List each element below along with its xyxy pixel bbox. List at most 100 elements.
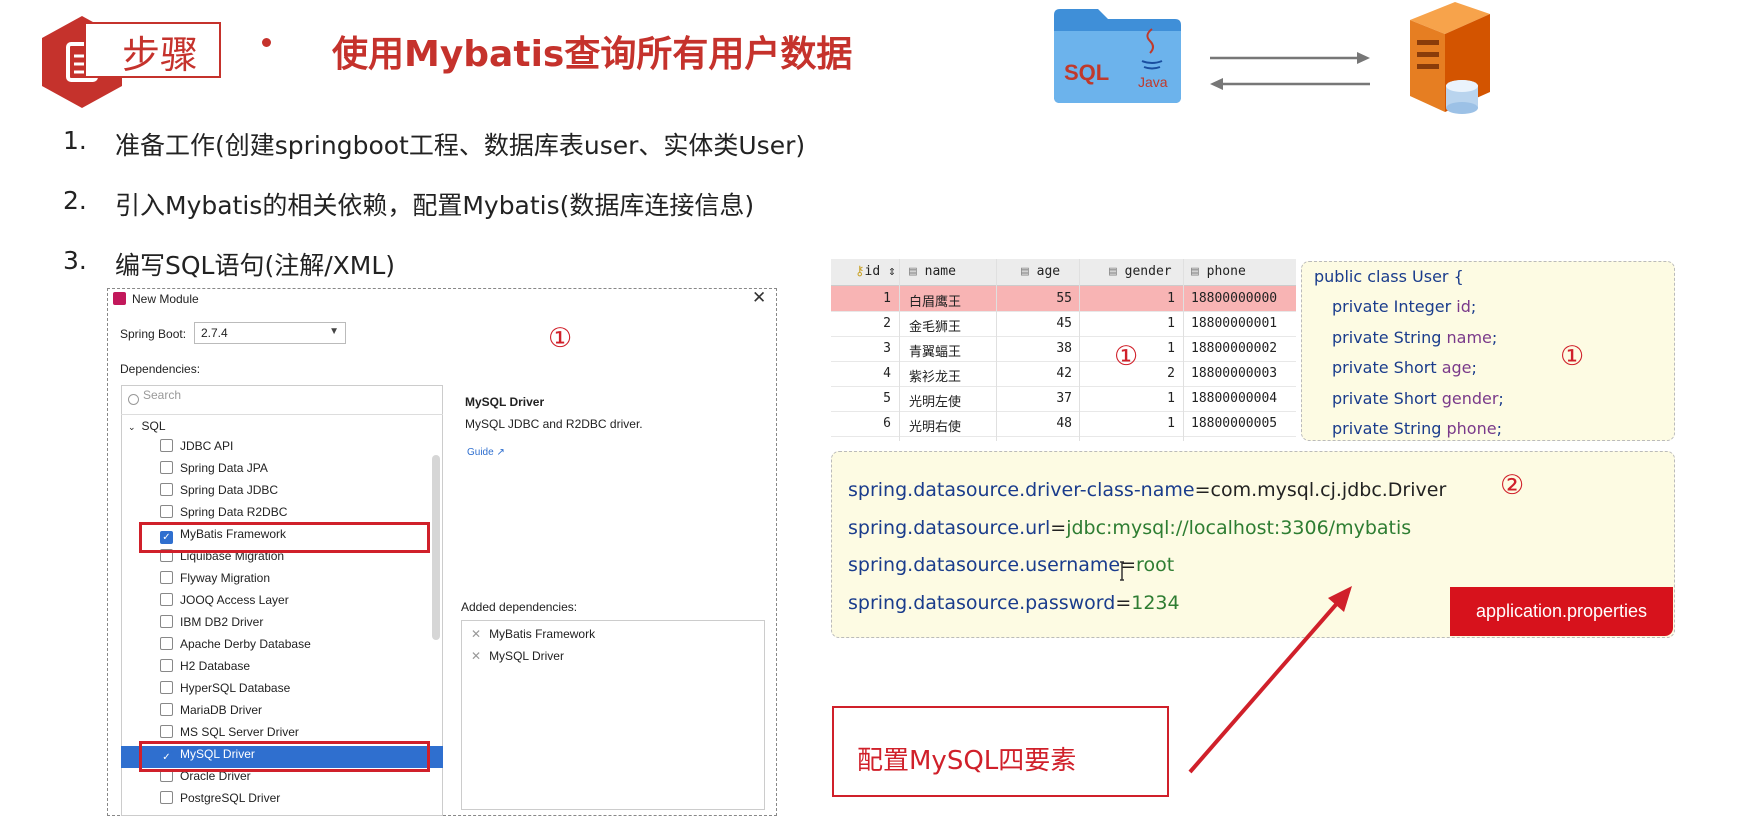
step-2: 2. 引入Mybatis的相关依赖，配置Mybatis(数据库连接信息): [63, 186, 863, 220]
column-header-id[interactable]: ⚷id ⇕: [855, 264, 896, 279]
page-title: 使用Mybatis查询所有用户数据: [332, 34, 853, 75]
column-icon: ▤: [1191, 264, 1199, 279]
sql-java-folder-icon: SQL Java: [1054, 9, 1181, 103]
field-suffix: ;: [1470, 297, 1477, 316]
checkbox-icon[interactable]: [160, 681, 173, 694]
field-prefix: private Short: [1332, 388, 1442, 408]
close-icon[interactable]: ✕: [752, 288, 766, 308]
column-header-gender[interactable]: ▤ gender: [1109, 264, 1172, 279]
checkbox-icon[interactable]: [160, 725, 173, 738]
guide-link[interactable]: Guide ↗: [467, 447, 505, 458]
step-1-number: 1.: [63, 126, 87, 155]
added-dependencies-label: Added dependencies:: [461, 600, 578, 614]
entity-class-box: [1301, 261, 1675, 441]
chevron-down-icon: ⌄: [128, 422, 136, 432]
column-header-age[interactable]: ▤ age: [1021, 264, 1060, 279]
dependency-label: Apache Derby Database: [180, 637, 311, 651]
dependency-label: HyperSQL Database: [180, 681, 291, 695]
table-cell-age: 48: [1056, 416, 1072, 431]
tree-scrollbar[interactable]: [432, 455, 440, 640]
checkbox-icon[interactable]: [160, 659, 173, 672]
checkbox-icon[interactable]: [160, 505, 173, 518]
checkbox-icon[interactable]: [160, 439, 173, 452]
table-row[interactable]: 2 金毛狮王 45 1 18800000001: [831, 311, 1296, 337]
entity-field: private Short gender;: [1332, 389, 1504, 408]
field-suffix: ;: [1496, 419, 1502, 438]
dependencies-label: Dependencies:: [120, 362, 201, 376]
dependency-item[interactable]: JOOQ Access Layer: [160, 593, 430, 613]
dependency-item[interactable]: Oracle Driver: [160, 769, 430, 789]
dependency-label: Spring Data JPA: [180, 461, 268, 475]
spring-boot-version-value: 2.7.4: [201, 326, 228, 340]
table-cell-phone: 18800000000: [1191, 291, 1278, 306]
mouse-cursor-icon: [1120, 561, 1124, 581]
column-icon: ▤: [909, 264, 917, 279]
column-header-phone[interactable]: ▤ phone: [1191, 264, 1246, 279]
checkbox-icon[interactable]: [160, 483, 173, 496]
marker-1-dialog: ①: [548, 323, 573, 354]
added-item-label: MySQL Driver: [489, 649, 564, 663]
marker-1-entity: ①: [1560, 341, 1585, 372]
title-bullet: [262, 38, 271, 47]
table-cell-phone: 18800000002: [1191, 341, 1278, 356]
dependency-item[interactable]: Spring Data JDBC: [160, 483, 430, 503]
dependency-item[interactable]: MariaDB Driver: [160, 703, 430, 723]
property-eq: =: [1050, 516, 1067, 539]
table-row[interactable]: 6 光明右使 48 1 18800000005: [831, 411, 1296, 437]
checkbox-icon[interactable]: [160, 615, 173, 628]
checkbox-icon[interactable]: [160, 571, 173, 584]
dependency-label: JDBC API: [180, 439, 234, 453]
table-cell-name: 光明左使: [909, 395, 962, 410]
table-cell-name: 白眉鹰王: [909, 295, 962, 310]
note-text: 配置MySQL四要素: [857, 746, 1077, 776]
table-row[interactable]: 4 紫衫龙王 42 2 18800000003: [831, 361, 1296, 387]
table-cell-gender: 1: [1167, 316, 1175, 331]
dependency-item[interactable]: H2 Database: [160, 659, 430, 679]
dependency-item[interactable]: JDBC API: [160, 439, 430, 459]
added-item[interactable]: ✕ MyBatis Framework: [471, 627, 595, 641]
dependency-item[interactable]: Flyway Migration: [160, 571, 430, 591]
step-1: 1. 准备工作(创建springboot工程、数据库表user、实体类User): [63, 126, 863, 160]
user-table: ⚷id ⇕ ▤ name ▤ age ▤ gender ▤ phone 1 白眉鹰…: [831, 259, 1296, 441]
java-folder-label: Java: [1138, 74, 1168, 90]
checkbox-icon[interactable]: [160, 703, 173, 716]
search-input[interactable]: Search: [124, 388, 440, 414]
entity-field: private String phone;: [1332, 419, 1502, 438]
search-icon: [128, 394, 139, 405]
dependency-item[interactable]: HyperSQL Database: [160, 681, 430, 701]
dependency-item[interactable]: Apache Derby Database: [160, 637, 430, 657]
table-row[interactable]: 3 青翼蝠王 38 1 18800000002: [831, 336, 1296, 362]
step-3-number: 3.: [63, 246, 87, 275]
table-row[interactable]: 5 光明左使 37 1 18800000004: [831, 386, 1296, 412]
checkbox-icon[interactable]: [160, 593, 173, 606]
detail-title: MySQL Driver: [465, 395, 545, 409]
step-2-number: 2.: [63, 186, 87, 215]
remove-icon[interactable]: ✕: [471, 649, 481, 663]
dependency-item[interactable]: PostgreSQL Driver: [160, 791, 430, 811]
checkbox-icon[interactable]: [160, 791, 173, 804]
intellij-logo-icon: [113, 292, 126, 305]
table-cell-age: 55: [1056, 291, 1072, 306]
dependency-item[interactable]: IBM DB2 Driver: [160, 615, 430, 635]
property-key: spring.datasource.password: [848, 591, 1116, 614]
remove-icon[interactable]: ✕: [471, 627, 481, 641]
checkbox-icon[interactable]: [160, 461, 173, 474]
table-cell-id: 6: [883, 416, 891, 431]
field-prefix: private String: [1332, 419, 1447, 438]
column-header-name[interactable]: ▤ name: [909, 264, 956, 279]
added-item[interactable]: ✕ MySQL Driver: [471, 649, 564, 663]
table-cell-age: 37: [1056, 391, 1072, 406]
step-1-text: 准备工作(创建springboot工程、数据库表user、实体类User): [115, 131, 806, 160]
exchange-arrows-icon: [1210, 52, 1370, 90]
property-key: spring.datasource.driver-class-name: [848, 479, 1195, 501]
chevron-down-icon: ▼: [329, 326, 339, 337]
table-row[interactable]: 1 白眉鹰王 55 1 18800000000: [831, 286, 1296, 312]
column-icon: ▤: [1021, 264, 1029, 279]
checkbox-icon[interactable]: [160, 637, 173, 650]
category-sql[interactable]: ⌄ SQL: [128, 419, 166, 433]
dependency-item[interactable]: Spring Data JPA: [160, 461, 430, 481]
table-cell-age: 45: [1056, 316, 1072, 331]
field-name: id: [1456, 297, 1471, 316]
spring-boot-version-select[interactable]: 2.7.4 ▼: [194, 322, 346, 344]
property-eq: =: [1194, 479, 1211, 501]
